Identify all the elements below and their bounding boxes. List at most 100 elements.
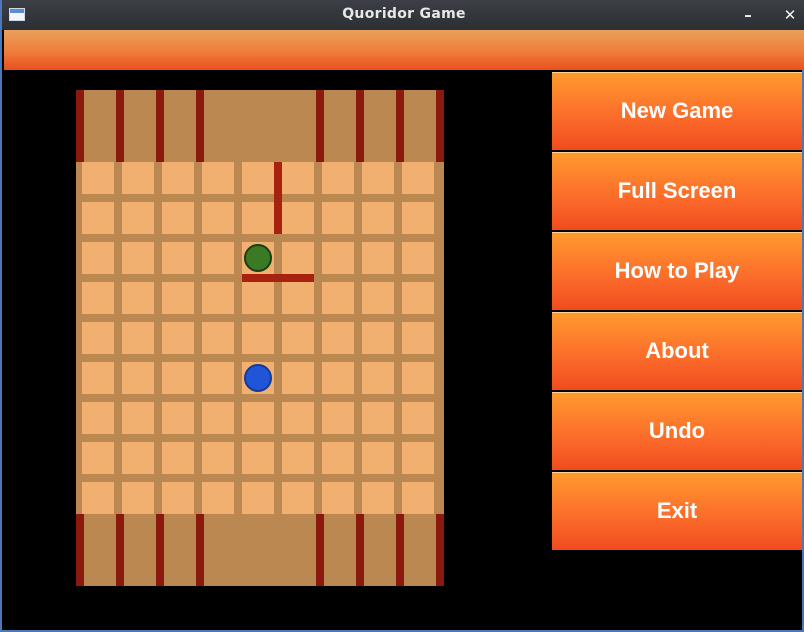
board-cell[interactable]	[362, 362, 394, 394]
board-cell[interactable]	[202, 282, 234, 314]
board-cell[interactable]	[242, 482, 274, 514]
about-button[interactable]: About	[552, 312, 802, 390]
how-to-play-button[interactable]: How to Play	[552, 232, 802, 310]
new-game-button[interactable]: New Game	[552, 72, 802, 150]
board-cell[interactable]	[322, 322, 354, 354]
board-cell[interactable]	[282, 242, 314, 274]
game-board[interactable]	[76, 90, 444, 586]
board-cell[interactable]	[242, 322, 274, 354]
board-cell[interactable]	[202, 482, 234, 514]
board-cell[interactable]	[322, 362, 354, 394]
exit-button[interactable]: Exit	[552, 472, 802, 550]
board-cell[interactable]	[122, 482, 154, 514]
board-cell[interactable]	[362, 202, 394, 234]
home-stripe	[316, 90, 324, 162]
green-pawn[interactable]	[244, 244, 272, 272]
board-cell[interactable]	[362, 482, 394, 514]
home-stripe	[116, 514, 124, 586]
board-cell[interactable]	[402, 482, 434, 514]
board-cell[interactable]	[402, 242, 434, 274]
board-cell[interactable]	[402, 282, 434, 314]
board-cell[interactable]	[282, 202, 314, 234]
board-cell[interactable]	[122, 242, 154, 274]
board-cell[interactable]	[362, 242, 394, 274]
board-cell[interactable]	[322, 482, 354, 514]
board-cell[interactable]	[162, 362, 194, 394]
minimize-icon[interactable]: –	[738, 5, 758, 25]
board-cell[interactable]	[162, 442, 194, 474]
board-cell[interactable]	[202, 162, 234, 194]
board-cell[interactable]	[82, 362, 114, 394]
board-cell[interactable]	[242, 202, 274, 234]
home-stripe	[196, 90, 204, 162]
board-cell[interactable]	[282, 322, 314, 354]
board-cell[interactable]	[282, 482, 314, 514]
board-cell[interactable]	[82, 322, 114, 354]
board-cell[interactable]	[322, 242, 354, 274]
board-cell[interactable]	[122, 282, 154, 314]
home-stripe	[196, 514, 204, 586]
board-cell[interactable]	[282, 162, 314, 194]
board-cell[interactable]	[162, 482, 194, 514]
board-cell[interactable]	[122, 402, 154, 434]
board-cell[interactable]	[82, 442, 114, 474]
board-cell[interactable]	[162, 322, 194, 354]
home-stripe	[156, 514, 164, 586]
full-screen-button[interactable]: Full Screen	[552, 152, 802, 230]
board-cell[interactable]	[282, 362, 314, 394]
board-cell[interactable]	[282, 402, 314, 434]
board-cell[interactable]	[242, 162, 274, 194]
board-cell[interactable]	[242, 442, 274, 474]
blue-pawn[interactable]	[244, 364, 272, 392]
board-cell[interactable]	[122, 442, 154, 474]
board-cell[interactable]	[362, 402, 394, 434]
board-cell[interactable]	[282, 442, 314, 474]
board-cell[interactable]	[162, 162, 194, 194]
board-cell[interactable]	[82, 162, 114, 194]
board-cell[interactable]	[402, 322, 434, 354]
board-cell[interactable]	[162, 202, 194, 234]
game-window: Quoridor Game – ✕ New Game Full Screen H…	[0, 0, 804, 632]
title-bar[interactable]: Quoridor Game – ✕	[2, 0, 804, 30]
board-cell[interactable]	[122, 322, 154, 354]
vertical-wall	[274, 162, 282, 234]
board-cell[interactable]	[242, 282, 274, 314]
home-stripe	[436, 514, 444, 586]
board-cell[interactable]	[202, 202, 234, 234]
board-cell[interactable]	[402, 362, 434, 394]
board-cell[interactable]	[82, 282, 114, 314]
undo-button[interactable]: Undo	[552, 392, 802, 470]
board-cell[interactable]	[202, 322, 234, 354]
close-icon[interactable]: ✕	[780, 5, 800, 25]
board-cell[interactable]	[402, 202, 434, 234]
board-cell[interactable]	[282, 282, 314, 314]
board-cell[interactable]	[362, 282, 394, 314]
board-cell[interactable]	[402, 402, 434, 434]
board-cell[interactable]	[162, 402, 194, 434]
board-cell[interactable]	[322, 202, 354, 234]
board-cell[interactable]	[402, 162, 434, 194]
board-cell[interactable]	[82, 402, 114, 434]
board-cell[interactable]	[322, 442, 354, 474]
board-cell[interactable]	[362, 162, 394, 194]
home-stripe	[116, 90, 124, 162]
board-cell[interactable]	[202, 442, 234, 474]
board-cell[interactable]	[82, 202, 114, 234]
board-cell[interactable]	[122, 362, 154, 394]
board-cell[interactable]	[122, 162, 154, 194]
board-cell[interactable]	[162, 242, 194, 274]
board-cell[interactable]	[162, 282, 194, 314]
board-cell[interactable]	[122, 202, 154, 234]
board-cell[interactable]	[202, 402, 234, 434]
board-cell[interactable]	[202, 242, 234, 274]
board-cell[interactable]	[322, 162, 354, 194]
board-cell[interactable]	[202, 362, 234, 394]
board-cell[interactable]	[242, 402, 274, 434]
board-cell[interactable]	[82, 242, 114, 274]
board-cell[interactable]	[322, 402, 354, 434]
board-cell[interactable]	[402, 442, 434, 474]
board-cell[interactable]	[362, 442, 394, 474]
board-cell[interactable]	[82, 482, 114, 514]
board-cell[interactable]	[322, 282, 354, 314]
board-cell[interactable]	[362, 322, 394, 354]
